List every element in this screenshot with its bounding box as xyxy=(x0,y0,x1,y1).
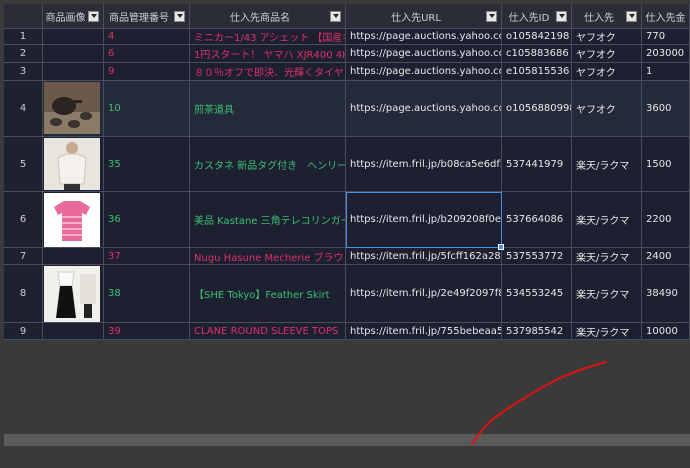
column-header-label: 商品画像 xyxy=(45,12,86,24)
vendor-id-cell[interactable]: 537553772 xyxy=(502,248,572,265)
vendor-cell[interactable]: 楽天/ラクマ xyxy=(572,192,642,248)
vendor-cell[interactable]: 楽天/ラクマ xyxy=(572,248,642,265)
product-name-cell[interactable]: ８０％オフで即決、光輝くタイヤ xyxy=(190,63,346,81)
product-id-cell[interactable]: 39 xyxy=(104,323,190,340)
row-number: 9 xyxy=(4,323,43,340)
fill-handle[interactable] xyxy=(498,244,504,250)
product-name-cell[interactable]: 1円スタート！ ヤマハ XJR400 4HI xyxy=(190,45,346,63)
price-cell[interactable]: 38490 xyxy=(642,265,690,323)
vendor-id-cell[interactable]: c105883686 xyxy=(502,45,572,63)
price-cell[interactable]: 3600 xyxy=(642,81,690,137)
product-name-cell[interactable]: Nugu Hasune Mecherie ブラウス xyxy=(190,248,346,265)
column-header-label: 仕入先ID xyxy=(508,12,550,24)
column-header-0[interactable] xyxy=(4,4,43,29)
selected-cell[interactable] xyxy=(346,192,502,248)
image-cell[interactable] xyxy=(43,323,104,340)
filter-dropdown-icon[interactable] xyxy=(486,10,497,22)
image-cell[interactable] xyxy=(43,45,104,63)
column-header-2[interactable]: 商品管理番号 xyxy=(104,4,190,29)
vendor-cell[interactable]: 楽天/ラクマ xyxy=(572,323,642,340)
column-header-label: 仕入先URL xyxy=(391,12,441,24)
tea-set-thumbnail xyxy=(44,82,100,136)
vendor-cell[interactable]: ヤフオク xyxy=(572,29,642,45)
image-cell[interactable] xyxy=(43,265,104,323)
filter-dropdown-icon[interactable] xyxy=(556,10,567,22)
vendor-cell[interactable]: 楽天/ラクマ xyxy=(572,265,642,323)
column-header-7[interactable]: 仕入先金 xyxy=(642,4,690,29)
image-cell[interactable] xyxy=(43,137,104,192)
url-cell[interactable]: https://item.fril.jp/755bebeaa5363 xyxy=(346,323,502,340)
column-header-6[interactable]: 仕入先 xyxy=(572,4,642,29)
row-number: 2 xyxy=(4,45,43,63)
price-cell[interactable]: 770 xyxy=(642,29,690,45)
vendor-id-cell[interactable]: e105815536 xyxy=(502,63,572,81)
product-name-cell[interactable]: カスタネ 新品タグ付き ヘンリー xyxy=(190,137,346,192)
vendor-cell[interactable]: ヤフオク xyxy=(572,81,642,137)
url-cell[interactable]: https://item.fril.jp/2e49f2097f8734 xyxy=(346,265,502,323)
product-id-cell[interactable]: 9 xyxy=(104,63,190,81)
filter-dropdown-icon[interactable] xyxy=(174,10,185,22)
product-id-cell[interactable]: 38 xyxy=(104,265,190,323)
image-cell[interactable] xyxy=(43,192,104,248)
vendor-id-cell[interactable]: 537664086 xyxy=(502,192,572,248)
column-header-label: 仕入先 xyxy=(584,12,614,24)
column-header-1[interactable]: 商品画像 xyxy=(43,4,104,29)
feather-skirt-thumbnail xyxy=(44,266,100,322)
column-header-4[interactable]: 仕入先URL xyxy=(346,4,502,29)
row-number: 8 xyxy=(4,265,43,323)
vendor-cell[interactable]: 楽天/ラクマ xyxy=(572,137,642,192)
filter-dropdown-icon[interactable] xyxy=(330,10,341,22)
vendor-id-cell[interactable]: 537985542 xyxy=(502,323,572,340)
product-id-cell[interactable]: 37 xyxy=(104,248,190,265)
row-number: 4 xyxy=(4,81,43,137)
row-number: 5 xyxy=(4,137,43,192)
product-name-cell[interactable]: CLANE ROUND SLEEVE TOPS xyxy=(190,323,346,340)
url-cell[interactable]: https://page.auctions.yahoo.co.jp/ xyxy=(346,29,502,45)
product-id-cell[interactable]: 6 xyxy=(104,45,190,63)
column-header-label: 仕入先商品名 xyxy=(230,12,290,24)
price-cell[interactable]: 203000 xyxy=(642,45,690,63)
product-name-cell[interactable]: ミニカー1/43 アシェット 【国産名 xyxy=(190,29,346,45)
column-header-label: 商品管理番号 xyxy=(109,12,169,24)
product-name-cell[interactable]: 【SHE Tokyo】Feather Skirt xyxy=(190,265,346,323)
image-cell[interactable] xyxy=(43,63,104,81)
henley-shirt-thumbnail xyxy=(44,138,100,191)
product-id-cell[interactable]: 35 xyxy=(104,137,190,192)
price-cell[interactable]: 2200 xyxy=(642,192,690,248)
product-name-cell[interactable]: 美品 Kastane 三角テレコリンガー xyxy=(190,192,346,248)
product-name-cell[interactable]: 煎茶道具 xyxy=(190,81,346,137)
column-header-5[interactable]: 仕入先ID xyxy=(502,4,572,29)
product-id-cell[interactable]: 4 xyxy=(104,29,190,45)
row-number: 1 xyxy=(4,29,43,45)
price-cell[interactable]: 10000 xyxy=(642,323,690,340)
price-cell[interactable]: 2400 xyxy=(642,248,690,265)
row-number: 7 xyxy=(4,248,43,265)
filter-dropdown-icon[interactable] xyxy=(626,10,637,22)
vendor-id-cell[interactable]: o105842198 xyxy=(502,29,572,45)
image-cell[interactable] xyxy=(43,29,104,45)
price-cell[interactable]: 1 xyxy=(642,63,690,81)
vendor-id-cell[interactable]: 534553245 xyxy=(502,265,572,323)
vendor-id-cell[interactable]: 537441979 xyxy=(502,137,572,192)
url-cell[interactable]: https://item.fril.jp/5fcff162a28bbb xyxy=(346,248,502,265)
url-cell[interactable]: https://page.auctions.yahoo.co.jp/ xyxy=(346,63,502,81)
vendor-cell[interactable]: ヤフオク xyxy=(572,45,642,63)
product-id-cell[interactable]: 10 xyxy=(104,81,190,137)
image-cell[interactable] xyxy=(43,81,104,137)
filter-dropdown-icon[interactable] xyxy=(88,10,99,22)
vendor-cell[interactable]: ヤフオク xyxy=(572,63,642,81)
column-header-3[interactable]: 仕入先商品名 xyxy=(190,4,346,29)
url-cell[interactable]: https://item.fril.jp/b08ca5e6df2093 xyxy=(346,137,502,192)
image-cell[interactable] xyxy=(43,248,104,265)
row-number: 6 xyxy=(4,192,43,248)
price-cell[interactable]: 1500 xyxy=(642,137,690,192)
column-header-label: 仕入先金 xyxy=(645,12,686,24)
ringer-tee-thumbnail xyxy=(44,193,100,247)
vendor-id-cell[interactable]: o1056880998 xyxy=(502,81,572,137)
url-cell[interactable]: https://page.auctions.yahoo.co.jp/ xyxy=(346,45,502,63)
url-cell[interactable]: https://page.auctions.yahoo.co.jp/ xyxy=(346,81,502,137)
product-id-cell[interactable]: 36 xyxy=(104,192,190,248)
row-number: 3 xyxy=(4,63,43,81)
horizontal-scrollbar[interactable] xyxy=(4,434,690,446)
